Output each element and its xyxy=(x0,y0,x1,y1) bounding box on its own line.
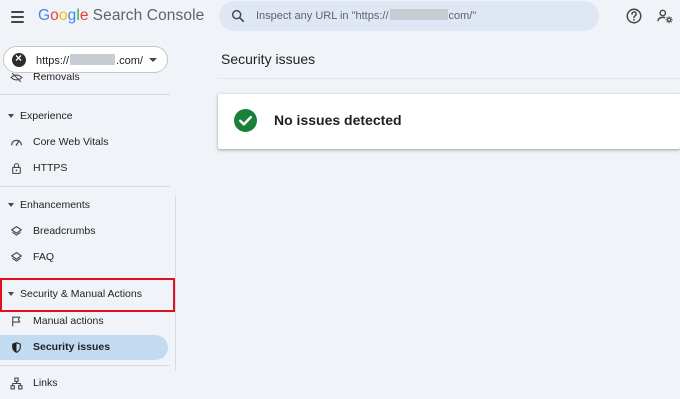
section-title: Experience xyxy=(20,110,73,122)
divider xyxy=(0,94,170,95)
product-name: Search Console xyxy=(92,7,205,24)
sidebar-item-label: FAQ xyxy=(33,251,55,263)
flag-icon xyxy=(12,316,21,327)
highlight-annotation xyxy=(0,278,175,312)
sidebar-item-security-issues[interactable]: Security issues xyxy=(0,335,168,360)
logo-letter: o xyxy=(50,7,59,24)
page-title: Security issues xyxy=(221,51,316,67)
sidebar-item-label: Core Web Vitals xyxy=(33,136,109,148)
property-url-suffix: .com/ xyxy=(116,55,143,67)
sidebar-item-breadcrumbs[interactable]: Breadcrumbs xyxy=(0,219,168,244)
status-message: No issues detected xyxy=(274,112,402,128)
sidebar-scroll-edge xyxy=(175,196,176,371)
property-url-prefix: https:// xyxy=(36,55,70,67)
section-title: Enhancements xyxy=(20,199,91,211)
core-web-vitals-icon xyxy=(11,139,22,146)
lock-icon xyxy=(12,163,21,174)
search-placeholder-prefix: Inspect any URL in "https:// xyxy=(256,10,389,22)
sidebar-item-label: Manual actions xyxy=(33,315,104,327)
sidebar-item-manual-actions[interactable]: Manual actions xyxy=(0,309,168,334)
shield-icon xyxy=(12,342,21,353)
sidebar-item-label: Security issues xyxy=(33,341,111,353)
layers-icon xyxy=(11,226,22,236)
sidebar-item-https[interactable]: HTTPS xyxy=(0,156,168,181)
sitemap-icon xyxy=(10,377,23,390)
collapse-caret-icon xyxy=(8,114,14,118)
sidebar-item-label: Breadcrumbs xyxy=(33,225,96,237)
main-content: Security issues No issues detected xyxy=(178,36,680,399)
status-card: No issues detected xyxy=(218,94,680,149)
sidebar-item-label: Removals xyxy=(33,73,80,83)
removals-icon xyxy=(10,73,23,83)
main-menu-icon[interactable] xyxy=(9,8,27,26)
search-console-logo[interactable]: Google Search Console xyxy=(38,7,204,25)
section-enhancements[interactable]: Enhancements xyxy=(0,194,170,216)
sidebar-item-removals[interactable]: Removals xyxy=(0,73,178,84)
sidebar-nav: https:// .com/ Removals Experience Core W… xyxy=(0,36,178,399)
property-url: https:// .com/ xyxy=(36,54,143,67)
search-placeholder: Inspect any URL in "https:// com/" xyxy=(256,9,476,22)
dropdown-caret-icon xyxy=(149,58,157,62)
divider xyxy=(0,365,170,366)
sidebar-item-label: Links xyxy=(33,377,58,389)
logo-letter: G xyxy=(38,7,51,24)
user-settings-icon[interactable] xyxy=(656,7,674,25)
divider xyxy=(0,186,170,187)
section-experience[interactable]: Experience xyxy=(0,105,170,127)
collapse-caret-icon xyxy=(8,203,14,207)
sidebar-item-label: HTTPS xyxy=(33,162,68,174)
redacted-domain xyxy=(389,9,448,20)
help-icon[interactable] xyxy=(625,7,643,25)
logo-letter: e xyxy=(79,7,89,24)
sidebar-item-faq[interactable]: FAQ xyxy=(0,245,168,270)
divider xyxy=(218,78,680,79)
sidebar-item-links[interactable]: Links xyxy=(0,371,168,396)
redacted-domain xyxy=(70,54,116,65)
check-circle-icon xyxy=(234,109,257,132)
url-inspection-search[interactable]: Inspect any URL in "https:// com/" xyxy=(219,1,599,31)
logo-letter: o xyxy=(58,7,68,24)
search-icon[interactable] xyxy=(230,8,246,24)
sidebar-item-core-web-vitals[interactable]: Core Web Vitals xyxy=(0,130,168,155)
property-selector[interactable]: https:// .com/ xyxy=(3,46,168,73)
property-favicon-icon xyxy=(12,51,26,67)
layers-icon xyxy=(11,252,22,262)
search-placeholder-suffix: com/" xyxy=(448,10,477,22)
top-app-bar: Google Search Console Inspect any URL in … xyxy=(0,0,680,36)
